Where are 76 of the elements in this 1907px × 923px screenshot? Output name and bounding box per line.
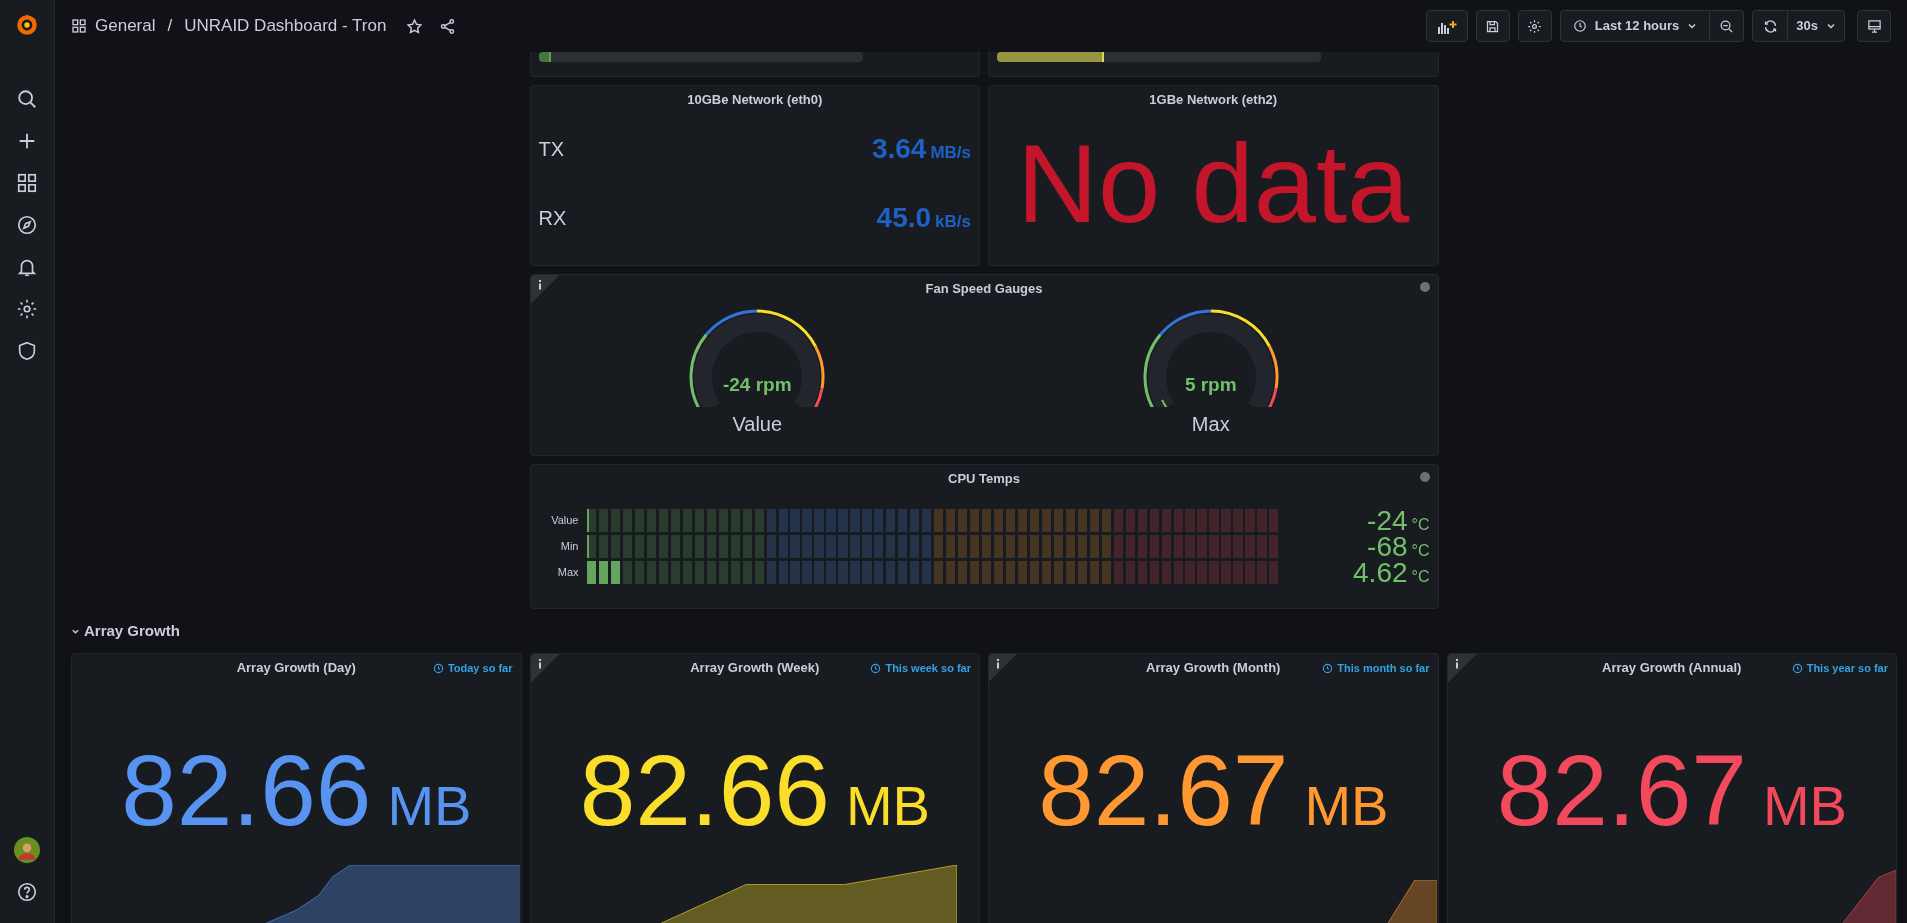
- settings-icon: [1527, 18, 1543, 34]
- panel-title: Fan Speed Gauges: [925, 280, 1043, 299]
- breadcrumb-separator: /: [167, 15, 173, 38]
- clock-icon: [432, 662, 444, 674]
- save-button[interactable]: [1475, 10, 1510, 42]
- gauge-value: 5 rpm: [1184, 372, 1237, 397]
- gauge-label: Value: [732, 412, 783, 437]
- save-icon: [1485, 18, 1501, 34]
- stat-label: RX: [538, 206, 567, 232]
- time-info: This year so far: [1791, 659, 1888, 677]
- time-range-picker[interactable]: Last 12 hours: [1559, 10, 1711, 42]
- stat-value: 82.66: [121, 740, 372, 840]
- time-info: Today so far: [432, 659, 513, 677]
- stat-unit: MB: [1304, 778, 1389, 834]
- stat-unit: MB: [845, 778, 930, 834]
- panel-title: Array Growth (Month): [1146, 659, 1281, 678]
- clock-icon: [1572, 19, 1587, 33]
- stat-value: 3.64: [871, 131, 927, 166]
- dashboard-title[interactable]: UNRAID Dashboard - Tron: [184, 13, 387, 39]
- refresh-icon: [1762, 18, 1778, 34]
- stat-value: 82.67: [1496, 740, 1747, 840]
- caret-icon: [1687, 21, 1698, 31]
- clock-icon: [870, 662, 882, 674]
- clock-icon: [1791, 662, 1803, 674]
- search-icon[interactable]: [16, 88, 38, 110]
- no-data-message: No data: [1017, 127, 1410, 240]
- stat-unit: MB/s: [930, 141, 971, 164]
- time-info: This month so far: [1322, 659, 1430, 677]
- refresh-interval-picker[interactable]: 30s: [1788, 10, 1845, 42]
- section-header-toggle[interactable]: Array Growth: [71, 619, 180, 643]
- share-icon[interactable]: [439, 17, 457, 35]
- temp-value: 4.62: [1353, 558, 1408, 587]
- settings-button[interactable]: [1517, 10, 1552, 42]
- stat-unit: MB: [387, 778, 472, 834]
- stat-value: 45.0: [876, 201, 932, 236]
- temp-unit: °C: [1411, 542, 1430, 559]
- panel-title: Array Growth (Annual): [1602, 659, 1742, 678]
- dashboards-grid-icon: [71, 18, 87, 34]
- temp-value: -68: [1367, 532, 1408, 561]
- bar-chart-plus-icon: [1436, 18, 1457, 34]
- temp-value: -24: [1367, 506, 1408, 535]
- panel-title: 10GBe Network (eth0): [687, 91, 823, 110]
- bar-label: Min: [559, 539, 579, 555]
- gauge-label: Max: [1191, 412, 1230, 437]
- breadcrumb-folder-link[interactable]: General: [95, 13, 156, 39]
- grafana-logo-icon[interactable]: [14, 12, 40, 38]
- temp-unit: °C: [1411, 568, 1430, 585]
- panel-title: Array Growth (Day): [236, 659, 356, 678]
- settings-icon[interactable]: [16, 298, 38, 320]
- caret-icon: [1826, 21, 1836, 31]
- tv-mode-button[interactable]: [1857, 10, 1891, 42]
- clock-icon: [1322, 662, 1334, 674]
- star-icon[interactable]: [406, 17, 424, 35]
- panel-title: CPU Temps: [948, 470, 1020, 489]
- stat-unit: MB: [1762, 778, 1847, 834]
- stat-unit: kB/s: [935, 211, 971, 234]
- panel-title: 1GBe Network (eth2): [1149, 91, 1278, 110]
- add-panel-button[interactable]: [1425, 10, 1468, 42]
- bar-label: Max: [556, 565, 579, 581]
- dashboards-grid-icon[interactable]: [16, 172, 38, 194]
- temp-unit: °C: [1411, 516, 1430, 533]
- zoom-out-icon: [1719, 18, 1735, 34]
- panel-title: Array Growth (Week): [690, 659, 820, 678]
- time-info: This week so far: [870, 659, 971, 677]
- stat-value: 82.67: [1038, 740, 1289, 840]
- avatar-icon[interactable]: [14, 837, 40, 863]
- compass-icon[interactable]: [16, 214, 38, 236]
- monitor-icon: [1866, 18, 1882, 34]
- stat-label: TX: [538, 136, 565, 162]
- stat-value: 82.66: [579, 740, 830, 840]
- shield-icon[interactable]: [16, 340, 38, 362]
- bar-label: Value: [550, 513, 579, 529]
- gauge-value: -24 rpm: [722, 372, 792, 397]
- refresh-button[interactable]: [1752, 10, 1789, 42]
- zoom-out-button[interactable]: [1710, 10, 1745, 42]
- help-icon[interactable]: [16, 881, 38, 903]
